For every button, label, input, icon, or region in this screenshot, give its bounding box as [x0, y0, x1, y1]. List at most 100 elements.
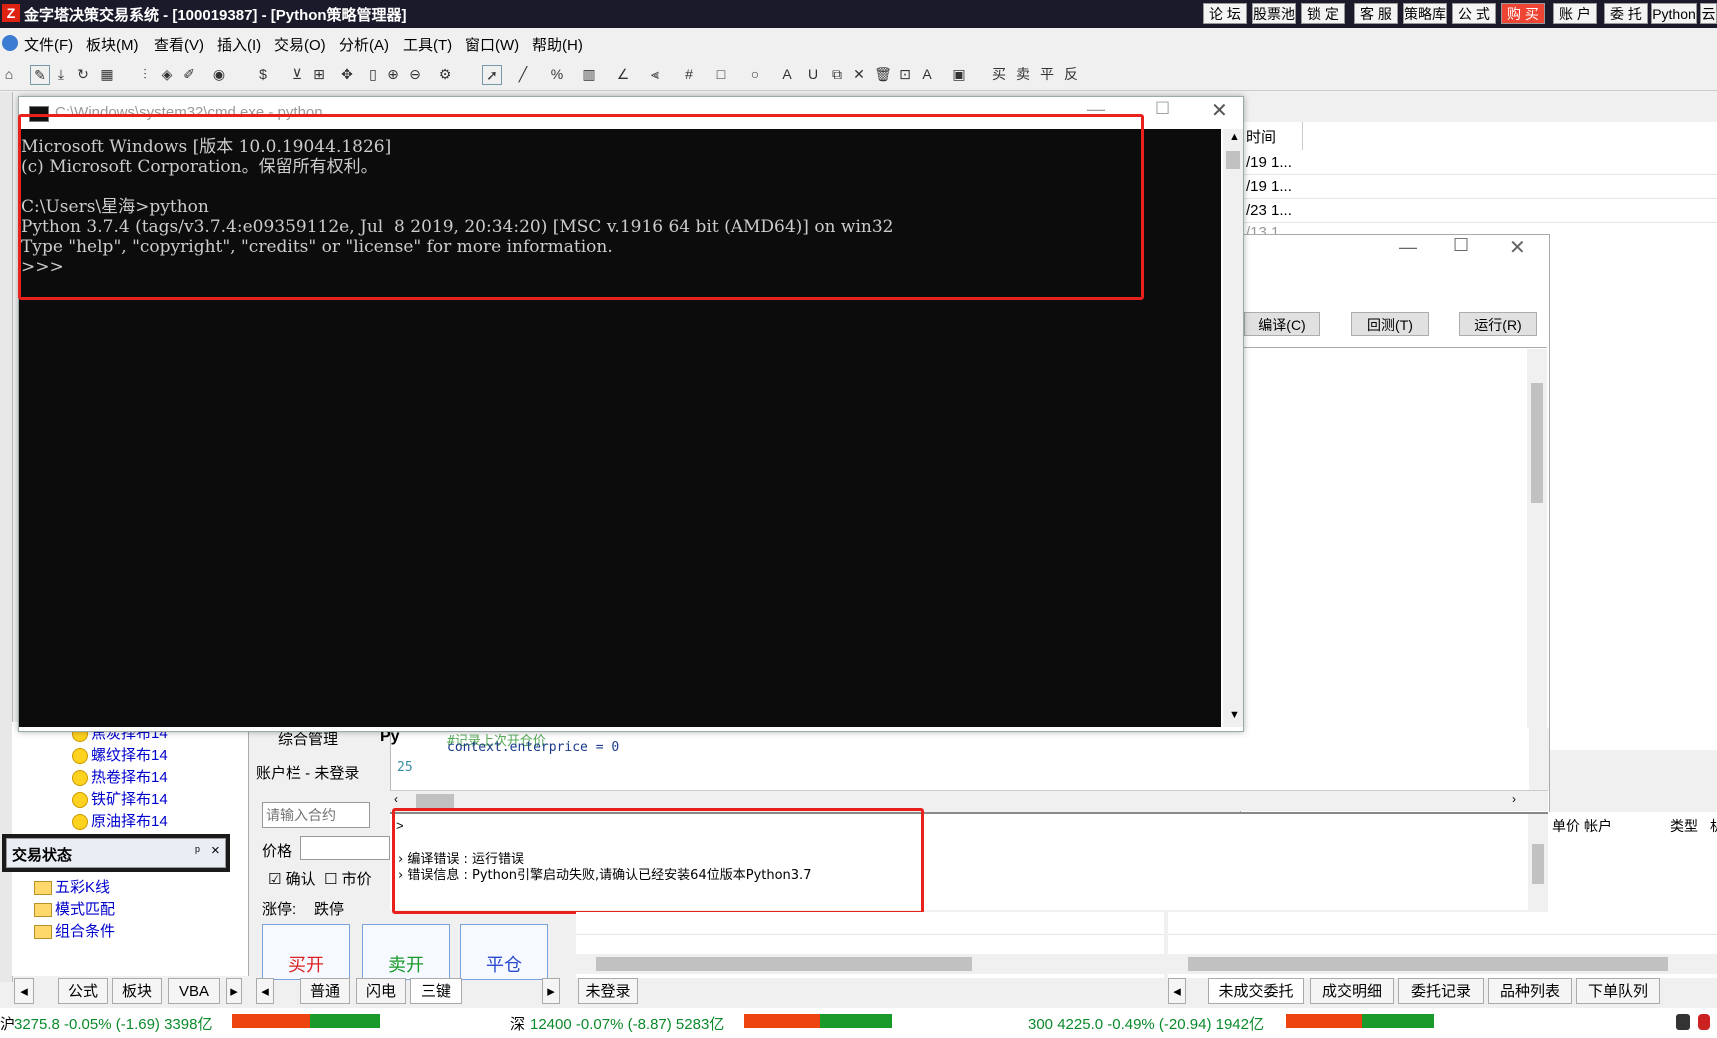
rect-icon[interactable]: □ — [712, 65, 730, 83]
tree-item-iron-ore[interactable]: 铁矿择布14 — [72, 788, 168, 809]
chart-icon[interactable]: ⫶ — [136, 65, 154, 83]
maximize-icon[interactable]: ☐ — [1155, 99, 1170, 119]
tree-folder-combo[interactable]: 组合条件 — [34, 920, 115, 941]
service-button[interactable]: 客 服 — [1354, 3, 1398, 24]
code-editor[interactable]: 25 #记录上次开仓价 context.enterprice = 0 — [390, 728, 1549, 790]
download-icon[interactable]: ⤓ — [52, 65, 70, 83]
trade-buy-icon[interactable]: 买 — [990, 65, 1008, 83]
close-position-button[interactable]: 平仓 — [460, 924, 548, 980]
tab-order-records[interactable]: 委托记录 — [1398, 978, 1484, 1004]
scroll-left-icon[interactable]: ◂ — [14, 978, 34, 1004]
menu-window[interactable]: 窗口(W) — [465, 34, 519, 55]
buy-open-button[interactable]: 买开 — [262, 924, 350, 980]
tab-three-key[interactable]: 三键 — [410, 978, 462, 1004]
play-icon[interactable]: ◉ — [210, 65, 228, 83]
close-icon[interactable]: ✕ — [1509, 235, 1526, 260]
circle-icon[interactable]: ○ — [746, 65, 764, 83]
percent-icon[interactable]: % — [548, 65, 566, 83]
close-icon[interactable]: ✕ — [1211, 98, 1228, 123]
tab-pending-orders[interactable]: 未成交委托 — [1208, 978, 1304, 1004]
scroll-down-icon[interactable]: ▼ — [1229, 709, 1240, 721]
maximize-icon[interactable]: ☐ — [1453, 235, 1469, 256]
menu-view[interactable]: 查看(V) — [154, 34, 204, 55]
printer-icon[interactable] — [1676, 1014, 1690, 1030]
tab-vba[interactable]: VBA — [168, 978, 220, 1004]
middle-hscrollbar[interactable] — [576, 954, 1164, 974]
contract-input[interactable] — [262, 802, 370, 828]
lines-icon[interactable]: ⫷ — [646, 65, 664, 83]
minimize-icon[interactable]: — — [1399, 237, 1417, 258]
compile-button[interactable]: 编译(C) — [1244, 312, 1320, 336]
tab-order-queue[interactable]: 下单队列 — [1576, 978, 1660, 1004]
pin-icon[interactable]: ᵖ — [195, 843, 200, 858]
tab-trade-details[interactable]: 成交明细 — [1310, 978, 1394, 1004]
tab-normal[interactable]: 普通 — [300, 978, 350, 1004]
font-icon[interactable]: A — [918, 65, 936, 83]
scroll-up-icon[interactable]: ▲ — [1229, 131, 1240, 143]
tab-flash[interactable]: 闪电 — [356, 978, 406, 1004]
zoom-in-icon[interactable]: ⊕ — [384, 65, 402, 83]
tree-folder-pattern[interactable]: 模式匹配 — [34, 898, 115, 919]
scroll-left-icon[interactable]: ‹ — [394, 792, 398, 806]
scroll-right-icon[interactable]: ▸ — [542, 978, 560, 1004]
stock-pool-button[interactable]: 股票池 — [1252, 3, 1296, 24]
magnet-icon[interactable]: U — [804, 65, 822, 83]
trade-reverse-icon[interactable]: 反 — [1062, 65, 1080, 83]
cross-icon[interactable]: ✕ — [850, 65, 868, 83]
buy-button[interactable]: 购 买 — [1501, 3, 1545, 24]
zoom-out-icon[interactable]: ⊖ — [406, 65, 424, 83]
price-input[interactable] — [300, 836, 390, 860]
tab-symbol-list[interactable]: 品种列表 — [1488, 978, 1572, 1004]
scroll-left-icon[interactable]: ◂ — [256, 978, 274, 1004]
menu-help[interactable]: 帮助(H) — [532, 34, 583, 55]
menu-trade[interactable]: 交易(O) — [274, 34, 326, 55]
copy-icon[interactable]: ⧉ — [828, 65, 846, 83]
menu-insert[interactable]: 插入(I) — [217, 34, 261, 55]
move-icon[interactable]: ✥ — [338, 65, 356, 83]
run-button[interactable]: 运行(R) — [1459, 312, 1537, 336]
tree-item-hotcoil[interactable]: 热卷择布14 — [72, 766, 168, 787]
lock-icon[interactable]: ⊡ — [896, 65, 914, 83]
cloud-button[interactable]: 云 — [1700, 3, 1717, 24]
tree-item-rebar[interactable]: 螺纹择布14 — [72, 744, 168, 765]
dollar-icon[interactable]: $ — [254, 65, 272, 83]
tab-formula[interactable]: 公式 — [58, 978, 108, 1004]
save-icon[interactable]: ▣ — [950, 65, 968, 83]
refresh-icon[interactable]: ↻ — [74, 65, 92, 83]
scroll-right-icon[interactable]: › — [1512, 792, 1516, 806]
tree-folder-color-k[interactable]: 五彩K线 — [34, 876, 110, 897]
cylinder-icon[interactable] — [1698, 1014, 1710, 1030]
confirm-checkbox[interactable]: ☑ 确认 — [268, 868, 316, 889]
formula-button[interactable]: 公 式 — [1452, 3, 1496, 24]
home-icon[interactable]: ⌂ — [0, 65, 18, 83]
trade-sell-icon[interactable]: 卖 — [1014, 65, 1032, 83]
calc-icon[interactable]: ⊞ — [310, 65, 328, 83]
text-icon[interactable]: A — [778, 65, 796, 83]
pen-icon[interactable]: ✎ — [30, 65, 50, 85]
menu-block[interactable]: 板块(M) — [86, 34, 139, 55]
trade-close-icon[interactable]: 平 — [1038, 65, 1056, 83]
menu-tools[interactable]: 工具(T) — [403, 34, 452, 55]
trash-icon[interactable]: 🗑 — [874, 65, 892, 83]
table-icon[interactable]: ▥ — [580, 65, 598, 83]
backtest-button[interactable]: 回测(T) — [1351, 312, 1429, 336]
forum-button[interactable]: 论 坛 — [1203, 3, 1247, 24]
console-scrollbar[interactable]: ▲ ▼ — [1223, 129, 1243, 727]
tree-item-crude-oil[interactable]: 原油择布14 — [72, 810, 168, 831]
filter-icon[interactable]: ⊻ — [288, 65, 306, 83]
scroll-right-icon[interactable]: ▸ — [226, 978, 242, 1004]
line-icon[interactable]: ╱ — [514, 65, 532, 83]
hash-icon[interactable]: # — [680, 65, 698, 83]
sell-open-button[interactable]: 卖开 — [362, 924, 450, 980]
entrust-button[interactable]: 委 托 — [1604, 3, 1648, 24]
python-button[interactable]: Python — [1651, 3, 1697, 24]
diamond-icon[interactable]: ◈ — [158, 65, 176, 83]
editor-vscrollbar[interactable] — [1527, 349, 1547, 775]
gear-icon[interactable]: ⚙ — [436, 65, 454, 83]
edit-icon[interactable]: ✐ — [180, 65, 198, 83]
market-checkbox[interactable]: ☐ 市价 — [324, 868, 372, 889]
bar-icon[interactable]: ▯ — [364, 65, 382, 83]
grid-icon[interactable]: ▦ — [98, 65, 116, 83]
close-icon[interactable]: × — [211, 842, 220, 859]
lock-button[interactable]: 锁 定 — [1301, 3, 1345, 24]
